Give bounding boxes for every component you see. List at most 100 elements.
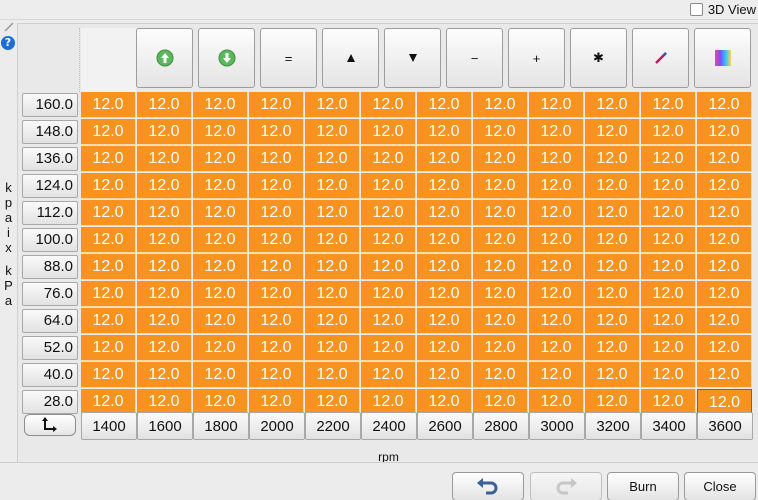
table-cell[interactable]: 12.0 — [249, 335, 304, 361]
table-cell[interactable]: 12.0 — [473, 200, 528, 226]
column-header[interactable]: 1400 — [81, 412, 137, 440]
table-cell[interactable]: 12.0 — [137, 173, 192, 199]
table-cell[interactable]: 12.0 — [417, 173, 472, 199]
table-cell[interactable]: 12.0 — [81, 200, 136, 226]
table-cell[interactable]: 12.0 — [361, 281, 416, 307]
table-cell[interactable]: 12.0 — [529, 227, 584, 253]
table-cell[interactable]: 12.0 — [305, 308, 360, 334]
table-cell[interactable]: 12.0 — [305, 119, 360, 145]
table-cell[interactable]: 12.0 — [249, 281, 304, 307]
table-cell[interactable]: 12.0 — [249, 308, 304, 334]
table-cell[interactable]: 12.0 — [641, 335, 696, 361]
close-button[interactable]: Close — [684, 472, 756, 500]
table-cell[interactable]: 12.0 — [473, 227, 528, 253]
table-cell[interactable]: 12.0 — [193, 281, 248, 307]
table-cell[interactable]: 12.0 — [417, 254, 472, 280]
subtract-button[interactable]: − — [446, 28, 503, 88]
table-cell[interactable]: 12.0 — [697, 254, 752, 280]
table-cell[interactable]: 12.0 — [81, 281, 136, 307]
table-cell[interactable]: 12.0 — [473, 92, 528, 118]
table-cell[interactable]: 12.0 — [529, 146, 584, 172]
table-cell[interactable]: 12.0 — [137, 335, 192, 361]
row-header[interactable]: 88.0 — [22, 255, 78, 279]
table-cell[interactable]: 12.0 — [473, 308, 528, 334]
row-header[interactable]: 76.0 — [22, 282, 78, 306]
table-cell[interactable]: 12.0 — [193, 146, 248, 172]
table-cell[interactable]: 12.0 — [305, 281, 360, 307]
table-cell[interactable]: 12.0 — [417, 92, 472, 118]
table-cell[interactable]: 12.0 — [641, 281, 696, 307]
table-cell[interactable]: 12.0 — [193, 335, 248, 361]
row-header[interactable]: 160.0 — [22, 93, 78, 117]
table-cell[interactable]: 12.0 — [81, 362, 136, 388]
table-cell[interactable]: 12.0 — [641, 92, 696, 118]
column-header[interactable]: 3000 — [529, 412, 585, 440]
table-cell[interactable]: 12.0 — [361, 308, 416, 334]
table-cell[interactable]: 12.0 — [697, 362, 752, 388]
color-shade-button[interactable] — [694, 28, 751, 88]
table-cell[interactable]: 12.0 — [137, 254, 192, 280]
column-header[interactable]: 3600 — [697, 412, 753, 440]
interpolate-button[interactable] — [632, 28, 689, 88]
multiply-button[interactable]: ✱ — [570, 28, 627, 88]
table-cell[interactable]: 12.0 — [417, 146, 472, 172]
table-cell[interactable]: 12.0 — [473, 173, 528, 199]
table-cell[interactable]: 12.0 — [417, 200, 472, 226]
table-cell[interactable]: 12.0 — [697, 92, 752, 118]
table-cell[interactable]: 12.0 — [193, 227, 248, 253]
table-cell[interactable]: 12.0 — [417, 362, 472, 388]
table-cell[interactable]: 12.0 — [641, 308, 696, 334]
table-cell[interactable]: 12.0 — [585, 200, 640, 226]
table-cell[interactable]: 12.0 — [529, 254, 584, 280]
table-cell[interactable]: 12.0 — [193, 119, 248, 145]
table-cell[interactable]: 12.0 — [417, 335, 472, 361]
table-cell[interactable]: 12.0 — [249, 173, 304, 199]
table-cell[interactable]: 12.0 — [585, 227, 640, 253]
row-header[interactable]: 112.0 — [22, 201, 78, 225]
table-cell[interactable]: 12.0 — [249, 254, 304, 280]
table-cell[interactable]: 12.0 — [361, 254, 416, 280]
table-cell[interactable]: 12.0 — [585, 119, 640, 145]
increment-green-button[interactable] — [136, 28, 193, 88]
column-header[interactable]: 1800 — [193, 412, 249, 440]
help-icon[interactable]: ? — [1, 36, 15, 50]
table-cell[interactable]: 12.0 — [137, 119, 192, 145]
table-cell[interactable]: 12.0 — [305, 254, 360, 280]
table-cell[interactable]: 12.0 — [193, 92, 248, 118]
table-cell[interactable]: 12.0 — [137, 362, 192, 388]
table-cell[interactable]: 12.0 — [697, 308, 752, 334]
checkbox-box[interactable] — [689, 3, 703, 16]
view-3d-checkbox[interactable]: 3D View — [689, 1, 756, 18]
table-cell[interactable]: 12.0 — [137, 281, 192, 307]
table-cell[interactable]: 12.0 — [529, 200, 584, 226]
table-cell[interactable]: 12.0 — [193, 173, 248, 199]
table-cell[interactable]: 12.0 — [81, 173, 136, 199]
table-cell[interactable]: 12.0 — [641, 119, 696, 145]
table-cell[interactable]: 12.0 — [529, 335, 584, 361]
table-cell[interactable]: 12.0 — [249, 92, 304, 118]
column-header[interactable]: 2000 — [249, 412, 305, 440]
table-cell[interactable]: 12.0 — [585, 146, 640, 172]
table-cell[interactable]: 12.0 — [305, 146, 360, 172]
table-cell[interactable]: 12.0 — [361, 335, 416, 361]
swap-axes-button[interactable] — [24, 414, 76, 436]
decrease-button[interactable] — [384, 28, 441, 88]
table-cell[interactable]: 12.0 — [361, 173, 416, 199]
table-cell[interactable]: 12.0 — [641, 200, 696, 226]
table-cell[interactable]: 12.0 — [137, 227, 192, 253]
table-cell[interactable]: 12.0 — [193, 362, 248, 388]
table-cell[interactable]: 12.0 — [137, 146, 192, 172]
table-cell[interactable]: 12.0 — [417, 227, 472, 253]
add-button[interactable]: + — [508, 28, 565, 88]
column-header[interactable]: 2200 — [305, 412, 361, 440]
table-cell[interactable]: 12.0 — [697, 227, 752, 253]
table-cell[interactable]: 12.0 — [697, 335, 752, 361]
table-cell[interactable]: 12.0 — [473, 119, 528, 145]
table-cell[interactable]: 12.0 — [249, 146, 304, 172]
table-cell[interactable]: 12.0 — [361, 119, 416, 145]
table-cell[interactable]: 12.0 — [249, 200, 304, 226]
column-header[interactable]: 2800 — [473, 412, 529, 440]
table-cell[interactable]: 12.0 — [361, 146, 416, 172]
table-cell[interactable]: 12.0 — [529, 281, 584, 307]
table-cell[interactable]: 12.0 — [417, 308, 472, 334]
